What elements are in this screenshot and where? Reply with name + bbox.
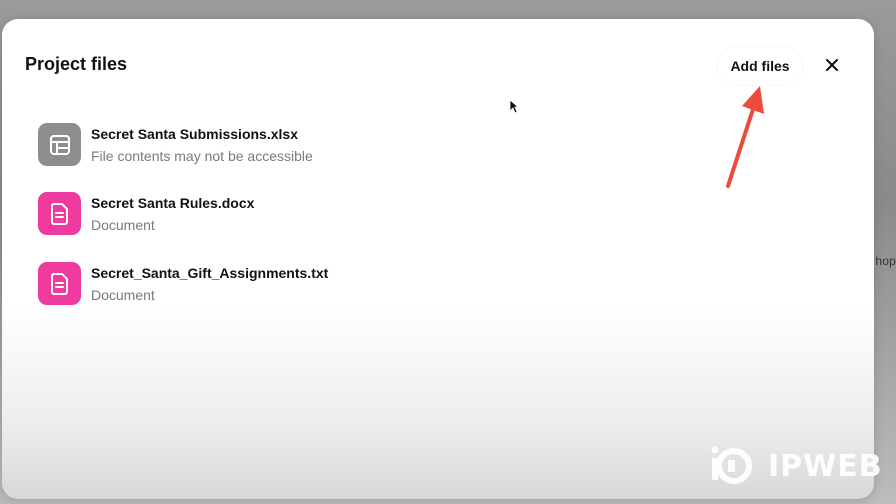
file-item-submissions[interactable]: Secret Santa Submissions.xlsx File conte… [38,123,538,169]
close-icon [826,59,838,71]
file-name: Secret Santa Submissions.xlsx [91,126,298,142]
annotation-arrow-icon [726,86,764,188]
backdrop-text: hop [875,254,896,268]
file-subtitle: Document [91,287,155,303]
dialog-title: Project files [25,54,128,74]
file-name: Secret_Santa_Gift_Assignments.txt [91,265,329,281]
ipweb-logo-icon [711,446,752,484]
file-item-gift-assignments[interactable]: Secret_Santa_Gift_Assignments.txt Docume… [38,262,538,308]
file-subtitle: File contents may not be accessible [91,148,313,164]
file-item-rules[interactable]: Secret Santa Rules.docx Document [38,192,538,238]
close-button[interactable] [818,51,846,79]
file-name: Secret Santa Rules.docx [91,195,255,211]
add-files-button[interactable]: Add files [718,47,802,85]
document-icon [38,192,81,235]
mouse-cursor-icon [509,99,519,114]
spreadsheet-icon [38,123,81,166]
watermark: IPWEB [708,444,883,488]
watermark-text: IPWEB [768,448,883,484]
file-subtitle: Document [91,217,155,233]
document-icon [38,262,81,305]
